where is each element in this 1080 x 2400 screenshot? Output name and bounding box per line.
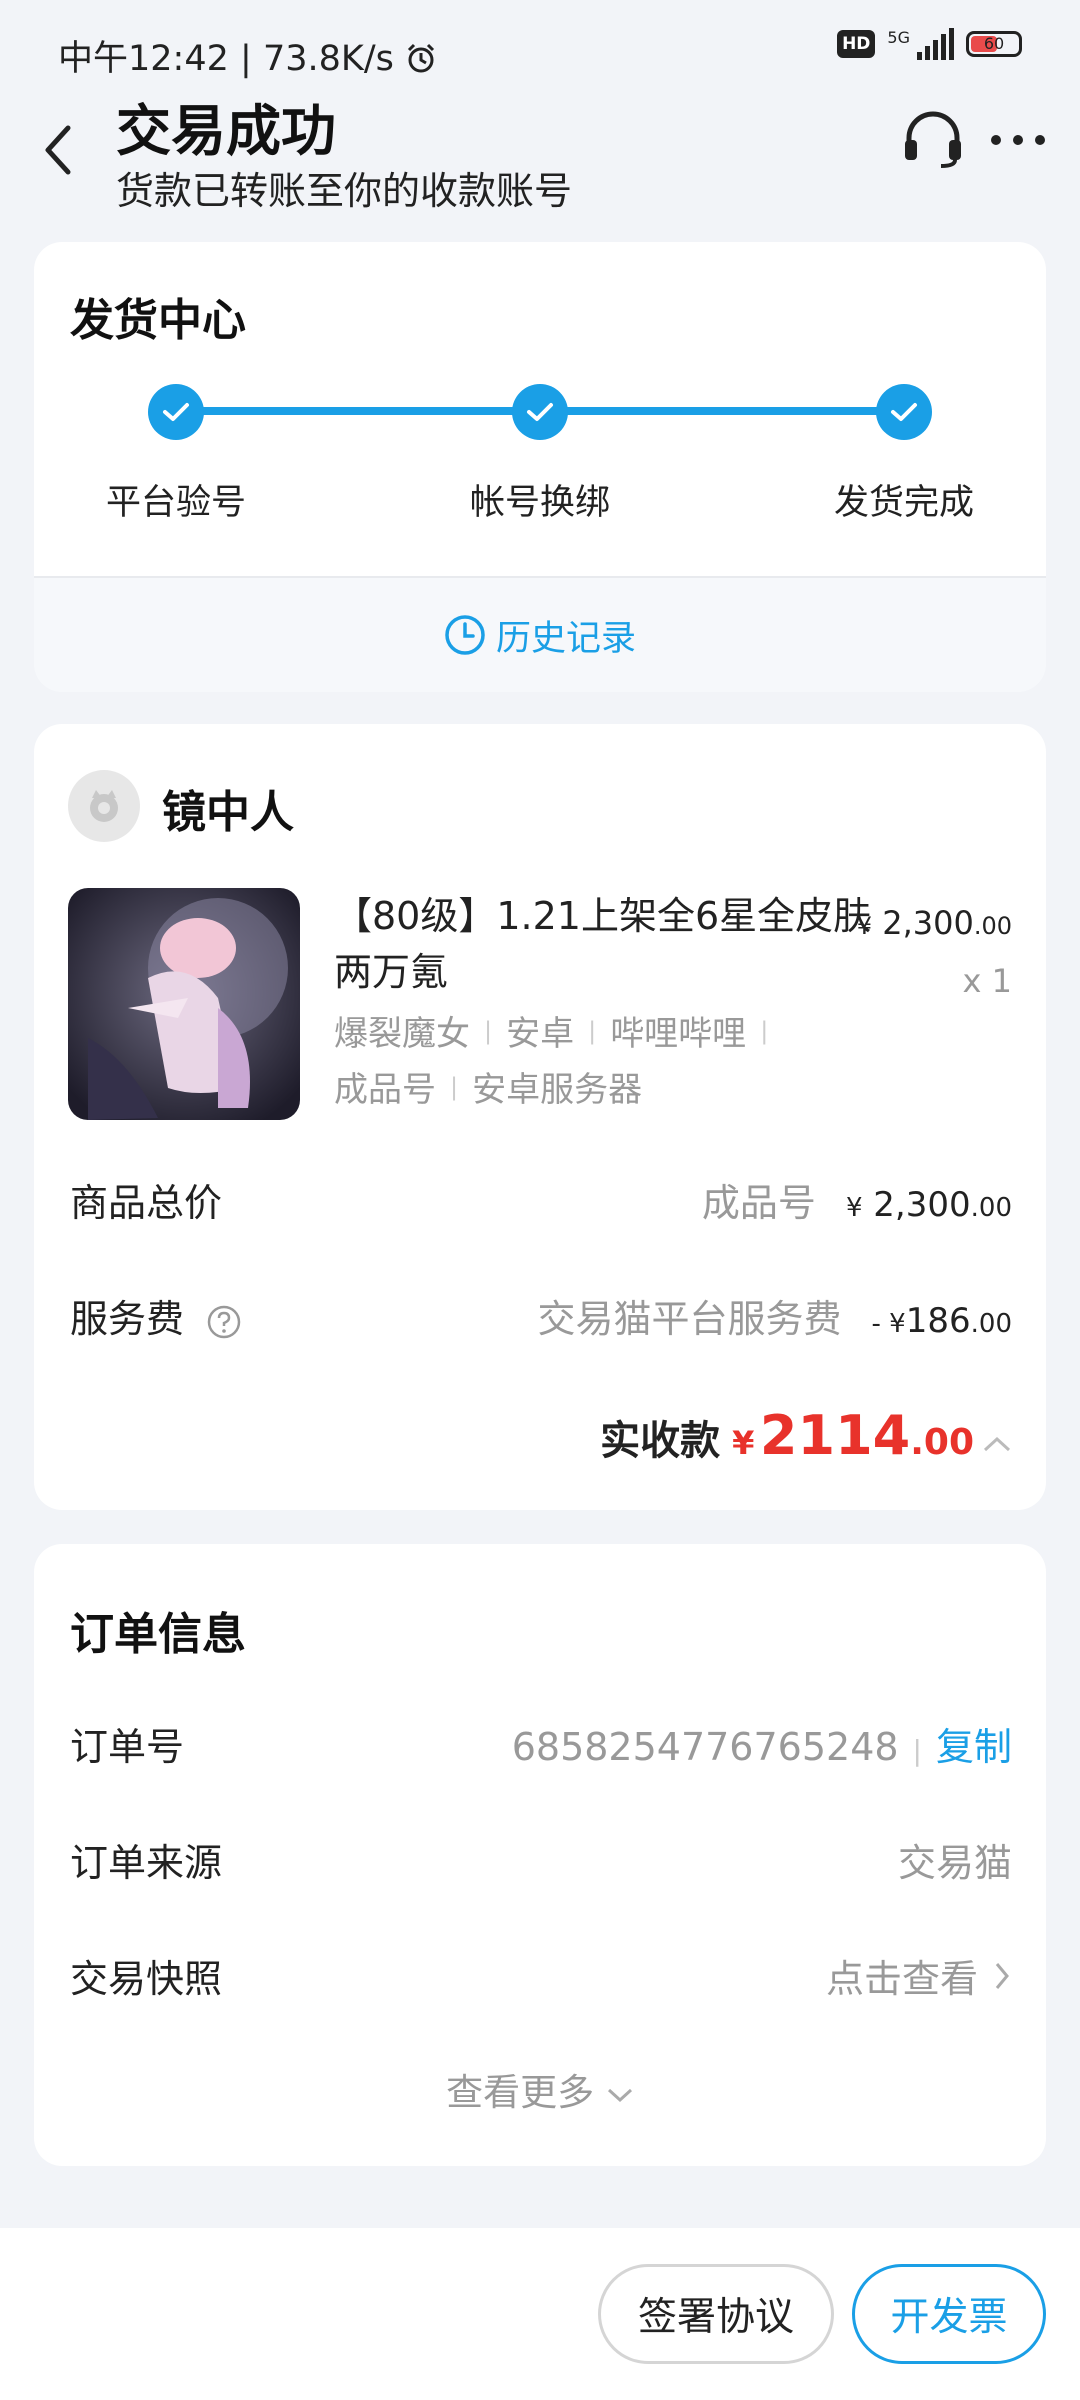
fee-prefix: - ¥ (871, 1309, 906, 1339)
issue-invoice-button[interactable]: 开发票 (852, 2264, 1046, 2364)
page-header: 交易成功 货款已转账至你的收款账号 (0, 80, 1080, 220)
clock: 中午12:42 (58, 39, 229, 79)
fee-integer: 186 (905, 1301, 971, 1341)
service-fee-value: 交易猫平台服务费 - ¥186.00 (538, 1288, 1012, 1343)
avatar[interactable] (68, 770, 140, 842)
sign-agreement-button[interactable]: 签署协议 (598, 2264, 834, 2364)
order-info-title: 订单信息 (70, 1609, 246, 1660)
tag: 成品号 (334, 1070, 436, 1110)
tag: 安卓服务器 (472, 1070, 643, 1110)
price-decimal: .00 (970, 1193, 1012, 1223)
chevron-right-icon (995, 1962, 1009, 1989)
see-more-button[interactable]: 查看更多 (34, 2062, 1046, 2116)
trade-snapshot-link[interactable]: 点击查看 (826, 1948, 1012, 2003)
price-decimal: .00 (973, 912, 1012, 940)
network-speed: 73.8K/s (262, 39, 394, 79)
order-info-card: 订单信息 订单号 6858254776765248 | 复制 订单来源 交易猫 … (34, 1544, 1046, 2166)
back-arrow-icon[interactable] (38, 120, 78, 180)
price-symbol: ¥ (856, 912, 873, 940)
step-label-complete: 发货完成 (833, 483, 974, 523)
signal-icon: 5G (887, 28, 954, 60)
price-symbol: ¥ (845, 1193, 863, 1223)
service-fee-amount: - ¥186.00 (872, 1301, 1012, 1341)
status-indicators: HD 5G 60 (837, 28, 1022, 60)
copy-button[interactable]: 复制 (936, 1716, 1012, 1771)
order-source-label: 订单来源 (70, 1841, 223, 1885)
help-icon[interactable] (206, 1304, 242, 1340)
total-price-value: 成品号 ¥ 2,300.00 (702, 1172, 1012, 1227)
trade-snapshot-label: 交易快照 (70, 1957, 223, 2001)
order-number-value: 6858254776765248 (511, 1725, 899, 1769)
chevron-down-icon (607, 2088, 632, 2103)
seller-avatar-icon (90, 790, 118, 822)
trade-snapshot-value: 点击查看 (825, 1957, 978, 2001)
step-complete-check-icon (512, 384, 568, 440)
product-tags-line-1: 爆裂魔女 | 安卓 | 哔哩哔哩 | (334, 1006, 934, 1055)
price-integer: 2,300 (882, 904, 974, 942)
product-quantity: x 1 (962, 962, 1012, 1000)
history-record-button[interactable]: 历史记录 (34, 576, 1046, 692)
step-label-rebind: 帐号换绑 (469, 483, 610, 523)
shipping-center-title: 发货中心 (70, 295, 246, 346)
total-price-note: 成品号 (701, 1181, 816, 1225)
history-record-label: 历史记录 (495, 618, 636, 659)
service-fee-label: 服务费 (70, 1297, 185, 1341)
service-fee-label-row: 服务费 (70, 1288, 242, 1343)
order-number-value-group: 6858254776765248 | 复制 (512, 1716, 1012, 1771)
product-title[interactable]: 【80级】1.21上架全6星全皮肤两万氪 (334, 888, 894, 1000)
hd-badge: HD (837, 30, 876, 58)
received-amount: ¥ 2114.00 (732, 1404, 974, 1467)
status-divider: | (240, 39, 263, 79)
product-tags-line-2: 成品号 | 安卓服务器 (334, 1062, 934, 1111)
received-decimal: .00 (910, 1422, 974, 1463)
page-subtitle: 货款已转账至你的收款账号 (116, 169, 573, 213)
total-price-amount: ¥ 2,300.00 (846, 1185, 1012, 1225)
battery-level: 60 (983, 34, 1005, 53)
battery-icon: 60 (966, 31, 1022, 57)
clock-icon (445, 615, 485, 655)
product-price: ¥ 2,300.00 (857, 904, 1012, 942)
page-title: 交易成功 (116, 99, 337, 163)
received-amount-row[interactable]: 实收款 ¥ 2114.00 (600, 1404, 1012, 1467)
step-complete-check-icon (148, 384, 204, 440)
seller-name[interactable]: 镜中人 (162, 776, 294, 840)
see-more-label: 查看更多 (446, 2071, 595, 2114)
step-complete-check-icon (876, 384, 932, 440)
alarm-icon (407, 43, 435, 73)
product-card: 镜中人 【80级】1.21上架全6星全皮肤两万氪 ¥ 2,300.00 x 1 … (34, 724, 1046, 1510)
bottom-action-bar: 签署协议 开发票 (0, 2228, 1080, 2400)
received-amount-label: 实收款 (600, 1418, 721, 1464)
tag: 哔哩哔哩 (610, 1014, 747, 1054)
received-symbol: ¥ (732, 1424, 755, 1462)
network-type: 5G (887, 28, 910, 47)
step-label-verify: 平台验号 (105, 483, 246, 523)
order-source-value: 交易猫 (897, 1841, 1012, 1885)
shipping-center-card: 发货中心 平台验号 帐号换绑 发货完成 历史记录 (34, 242, 1046, 692)
tag: 安卓 (506, 1014, 575, 1054)
received-integer: 2114 (759, 1404, 911, 1467)
more-icon[interactable] (990, 132, 1046, 148)
order-number-label: 订单号 (70, 1725, 185, 1769)
total-price-label: 商品总价 (70, 1181, 223, 1225)
tag: 爆裂魔女 (334, 1014, 470, 1054)
customer-service-icon[interactable] (901, 108, 965, 168)
divider: | (912, 1734, 922, 1767)
service-fee-note: 交易猫平台服务费 (537, 1297, 842, 1341)
fee-decimal: .00 (970, 1309, 1012, 1339)
chevron-up-icon[interactable] (982, 1434, 1012, 1454)
order-source-value-group: 交易猫 (898, 1832, 1012, 1887)
price-integer: 2,300 (873, 1185, 971, 1225)
status-time-text: 中午12:42 | 73.8K/s (58, 30, 437, 81)
product-thumbnail[interactable] (68, 888, 300, 1120)
